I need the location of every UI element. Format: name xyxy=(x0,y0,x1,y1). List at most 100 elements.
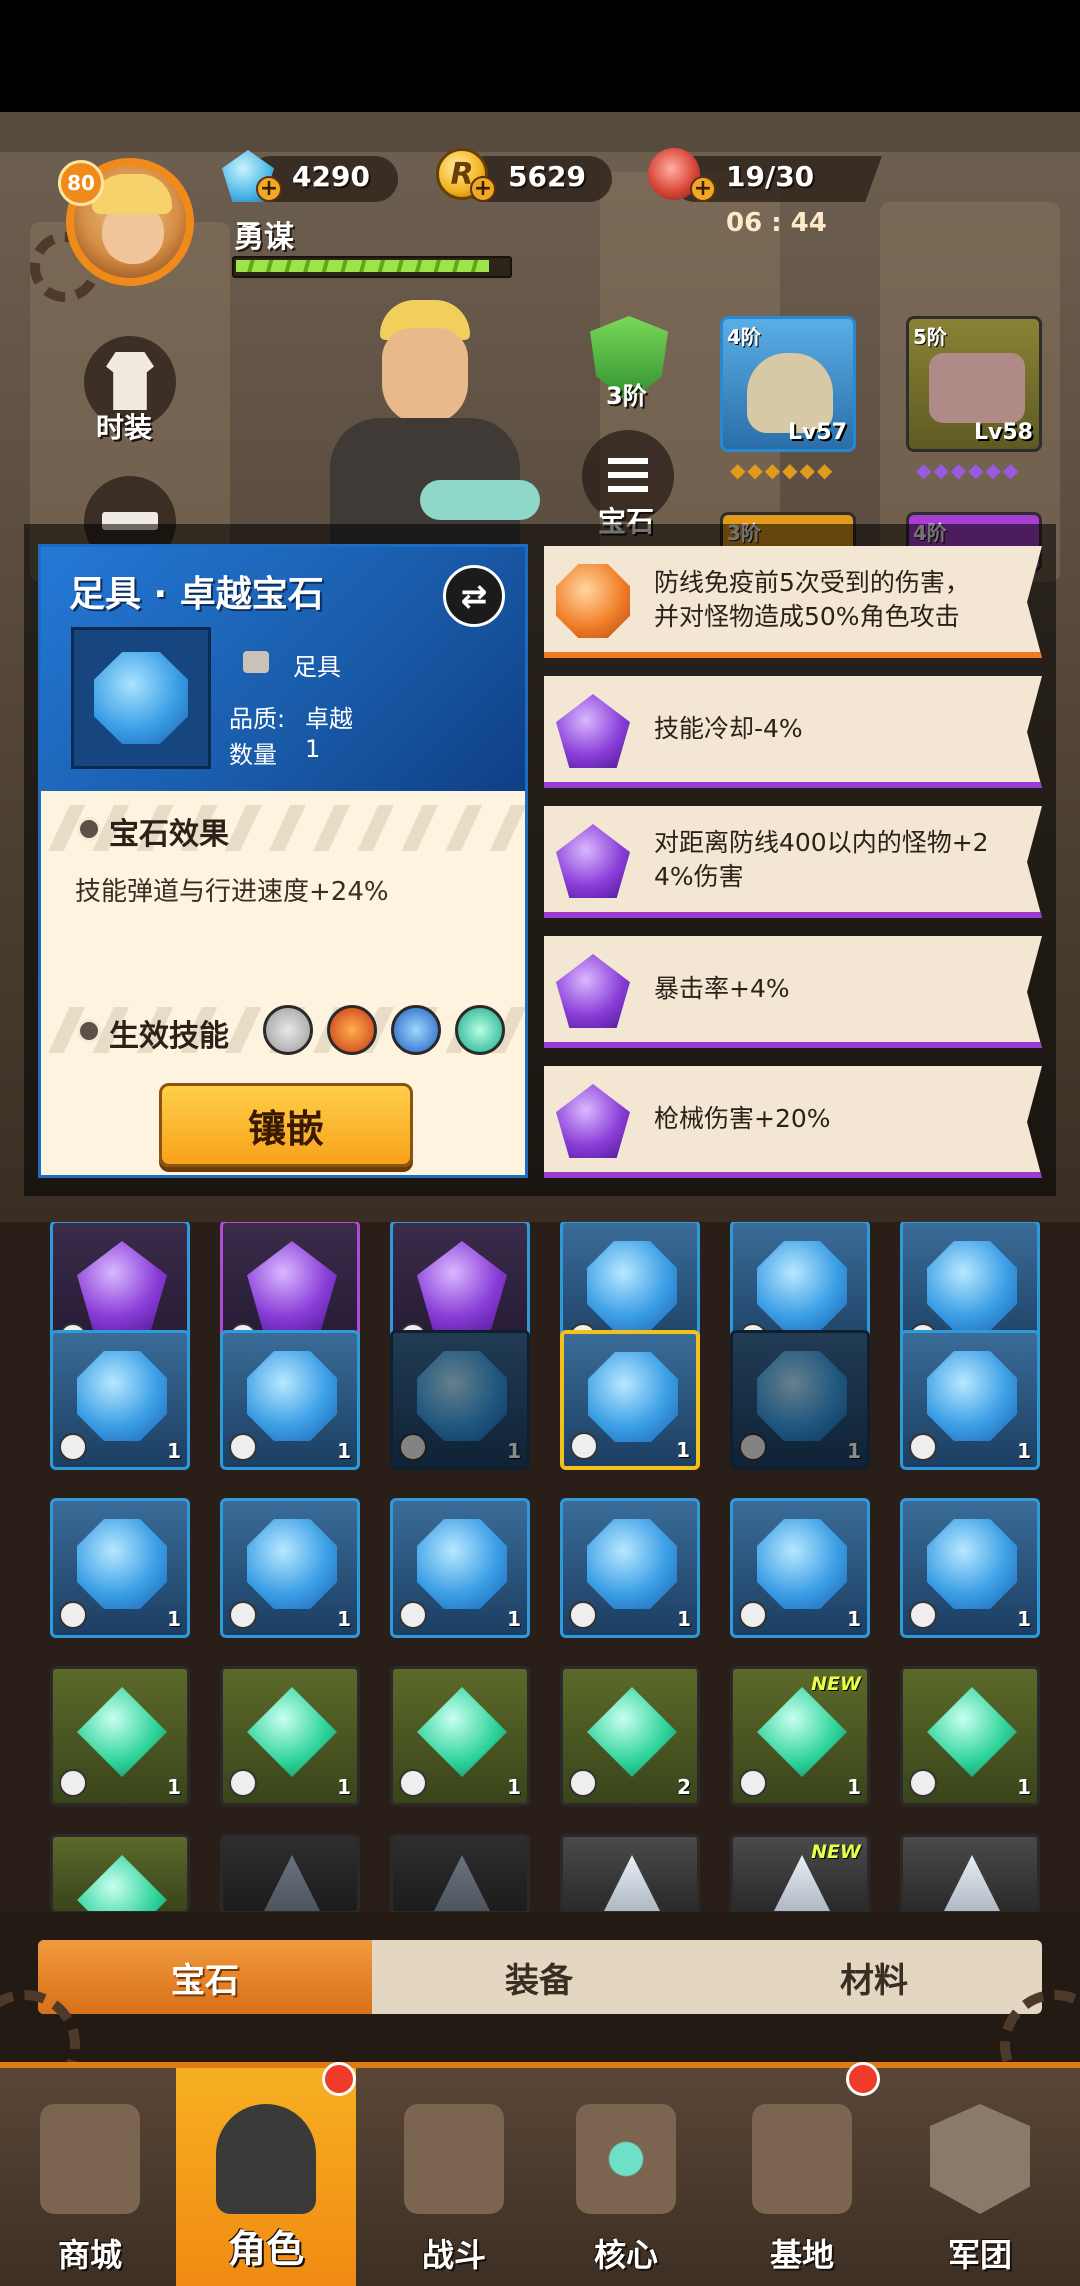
gem-count: 1 xyxy=(337,1775,351,1799)
gem-cell[interactable]: 1 xyxy=(560,1498,700,1638)
gem-cell[interactable]: 1 xyxy=(220,1330,360,1470)
orange-gem-icon xyxy=(556,564,630,638)
gem-cell[interactable]: 1 xyxy=(900,1498,1040,1638)
gem-cell[interactable] xyxy=(220,1834,360,1912)
core-icon xyxy=(576,2104,676,2214)
gem-cell[interactable]: NEW xyxy=(730,1834,870,1912)
blue-gem-icon xyxy=(757,1519,847,1609)
equipment-slot-armor[interactable]: 5阶 Lv58 xyxy=(906,316,1042,452)
nav-character[interactable]: 角色 xyxy=(176,2068,356,2286)
wind-skill-icon[interactable] xyxy=(455,1005,505,1055)
ceiling-beam xyxy=(0,112,1080,152)
effect-row: 枪械伤害+20% xyxy=(544,1066,1042,1178)
rocket-skill-icon[interactable] xyxy=(327,1005,377,1055)
equipment-slot-helmet[interactable]: 4阶 Lv57 xyxy=(720,316,856,452)
quality-value: 卓越 xyxy=(305,705,353,733)
gem-cell[interactable]: 1 xyxy=(560,1330,700,1470)
share-icon[interactable]: ⇄ xyxy=(443,565,505,627)
glove-slot-icon xyxy=(739,1601,767,1629)
tab-gems[interactable]: 宝石 xyxy=(38,1940,372,2014)
gem-cell[interactable]: 2 xyxy=(560,1666,700,1806)
effect-text: 防线免疫前5次受到的伤害， 并对怪物造成50%角色攻击 xyxy=(654,568,970,631)
gem-cell[interactable]: 1 xyxy=(50,1330,190,1470)
blue-gem-icon xyxy=(247,1351,337,1441)
grey-dark-gem-icon xyxy=(247,1855,337,1911)
blue-gem-icon xyxy=(247,1519,337,1609)
armor-slot-icon xyxy=(229,1433,257,1461)
gem-cell[interactable] xyxy=(50,1834,190,1912)
inlay-button[interactable]: 镶嵌 xyxy=(159,1083,413,1167)
player-name: 勇谋 xyxy=(234,220,294,255)
gun-slot-icon xyxy=(909,1769,937,1797)
purple-gem-icon xyxy=(77,1241,167,1331)
gem-cell[interactable]: 1 xyxy=(900,1330,1040,1470)
frost-skill-icon[interactable] xyxy=(391,1005,441,1055)
gem-cell[interactable]: 1 xyxy=(220,1666,360,1806)
blue-gem-icon xyxy=(417,1351,507,1441)
purple-gem-icon xyxy=(247,1241,337,1331)
gem-count: 1 xyxy=(847,1775,861,1799)
purple-gem-icon xyxy=(556,824,630,898)
notification-badge xyxy=(846,2062,880,2096)
hero-face xyxy=(382,328,468,424)
gem-count: 1 xyxy=(167,1607,181,1631)
add-gems-button[interactable]: + xyxy=(256,176,282,202)
gem-count: 1 xyxy=(337,1607,351,1631)
gem-cell[interactable]: 1 xyxy=(390,1330,530,1470)
equipment-star-dots: ◆◆◆◆◆◆ xyxy=(916,458,1021,482)
section-dot-icon xyxy=(77,1019,101,1043)
tab-materials[interactable]: 材料 xyxy=(706,1940,1042,2014)
gem-cell[interactable] xyxy=(560,1834,700,1912)
gem-slot-label: 足具 xyxy=(293,653,341,681)
tab-equipment[interactable]: 装备 xyxy=(372,1940,706,2014)
gem-count: 1 xyxy=(167,1439,181,1463)
nav-legion[interactable]: 军团 xyxy=(890,2068,1070,2286)
nav-shop[interactable]: 商城 xyxy=(0,2068,180,2286)
effect-row: 对距离防线400以内的怪物+2 4%伤害 xyxy=(544,806,1042,918)
gun-skill-icon[interactable] xyxy=(263,1005,313,1055)
quality-key: 品质: xyxy=(229,705,286,733)
armor-slot-icon xyxy=(399,1769,427,1797)
bottom-nav: 商城 角色 战斗 核心 基地 军团 xyxy=(0,2062,1080,2286)
gem-cell[interactable]: 1 xyxy=(730,1498,870,1638)
armor-icon xyxy=(929,353,1025,423)
add-stamina-button[interactable]: + xyxy=(690,176,716,202)
nav-core[interactable]: 核心 xyxy=(536,2068,716,2286)
gem-count: 1 xyxy=(1017,1607,1031,1631)
gem-cell[interactable]: 1 xyxy=(220,1498,360,1638)
nav-base[interactable]: 基地 xyxy=(712,2068,892,2286)
shield-rank-label: 3阶 xyxy=(606,382,647,410)
armor-slot-icon xyxy=(399,1433,427,1461)
gem-cell[interactable]: 1 xyxy=(50,1498,190,1638)
gem-cell[interactable]: 1 xyxy=(390,1498,530,1638)
nav-label: 军团 xyxy=(947,2236,1012,2274)
status-bar xyxy=(0,0,1080,112)
grey-gem-icon xyxy=(587,1855,677,1911)
glove-slot-icon xyxy=(569,1601,597,1629)
gems-count: 4290 xyxy=(292,160,370,193)
gem-count: 1 xyxy=(847,1607,861,1631)
gem-cell[interactable]: 1 xyxy=(390,1666,530,1806)
base-icon xyxy=(752,2104,852,2214)
nav-battle[interactable]: 战斗 xyxy=(364,2068,544,2286)
gun-slot-icon xyxy=(739,1433,767,1461)
gem-inventory-grid[interactable]: 21111111111111111111121NEW1NEW xyxy=(0,1222,1080,1912)
gem-cell[interactable] xyxy=(900,1834,1040,1912)
glove-slot-icon xyxy=(399,1601,427,1629)
gem-cell[interactable] xyxy=(390,1834,530,1912)
blue-gem-icon xyxy=(94,652,188,744)
gem-cell[interactable]: 1 NEW xyxy=(730,1666,870,1806)
blue-gem-icon xyxy=(587,1241,677,1331)
boot-slot-icon xyxy=(570,1432,598,1460)
shirt-icon xyxy=(106,352,154,410)
gem-count: 1 xyxy=(337,1439,351,1463)
green-gem-icon xyxy=(587,1687,677,1777)
gem-cell[interactable]: 1 xyxy=(900,1666,1040,1806)
blue-gem-icon xyxy=(927,1519,1017,1609)
gem-cell[interactable]: 1 xyxy=(50,1666,190,1806)
gem-cell[interactable]: 1 xyxy=(730,1330,870,1470)
add-coins-button[interactable]: + xyxy=(470,176,496,202)
category-tabs: 宝石 装备 材料 xyxy=(38,1940,1042,2014)
avatar-hair xyxy=(92,174,172,214)
effect-text: 对距离防线400以内的怪物+2 4%伤害 xyxy=(654,828,989,891)
